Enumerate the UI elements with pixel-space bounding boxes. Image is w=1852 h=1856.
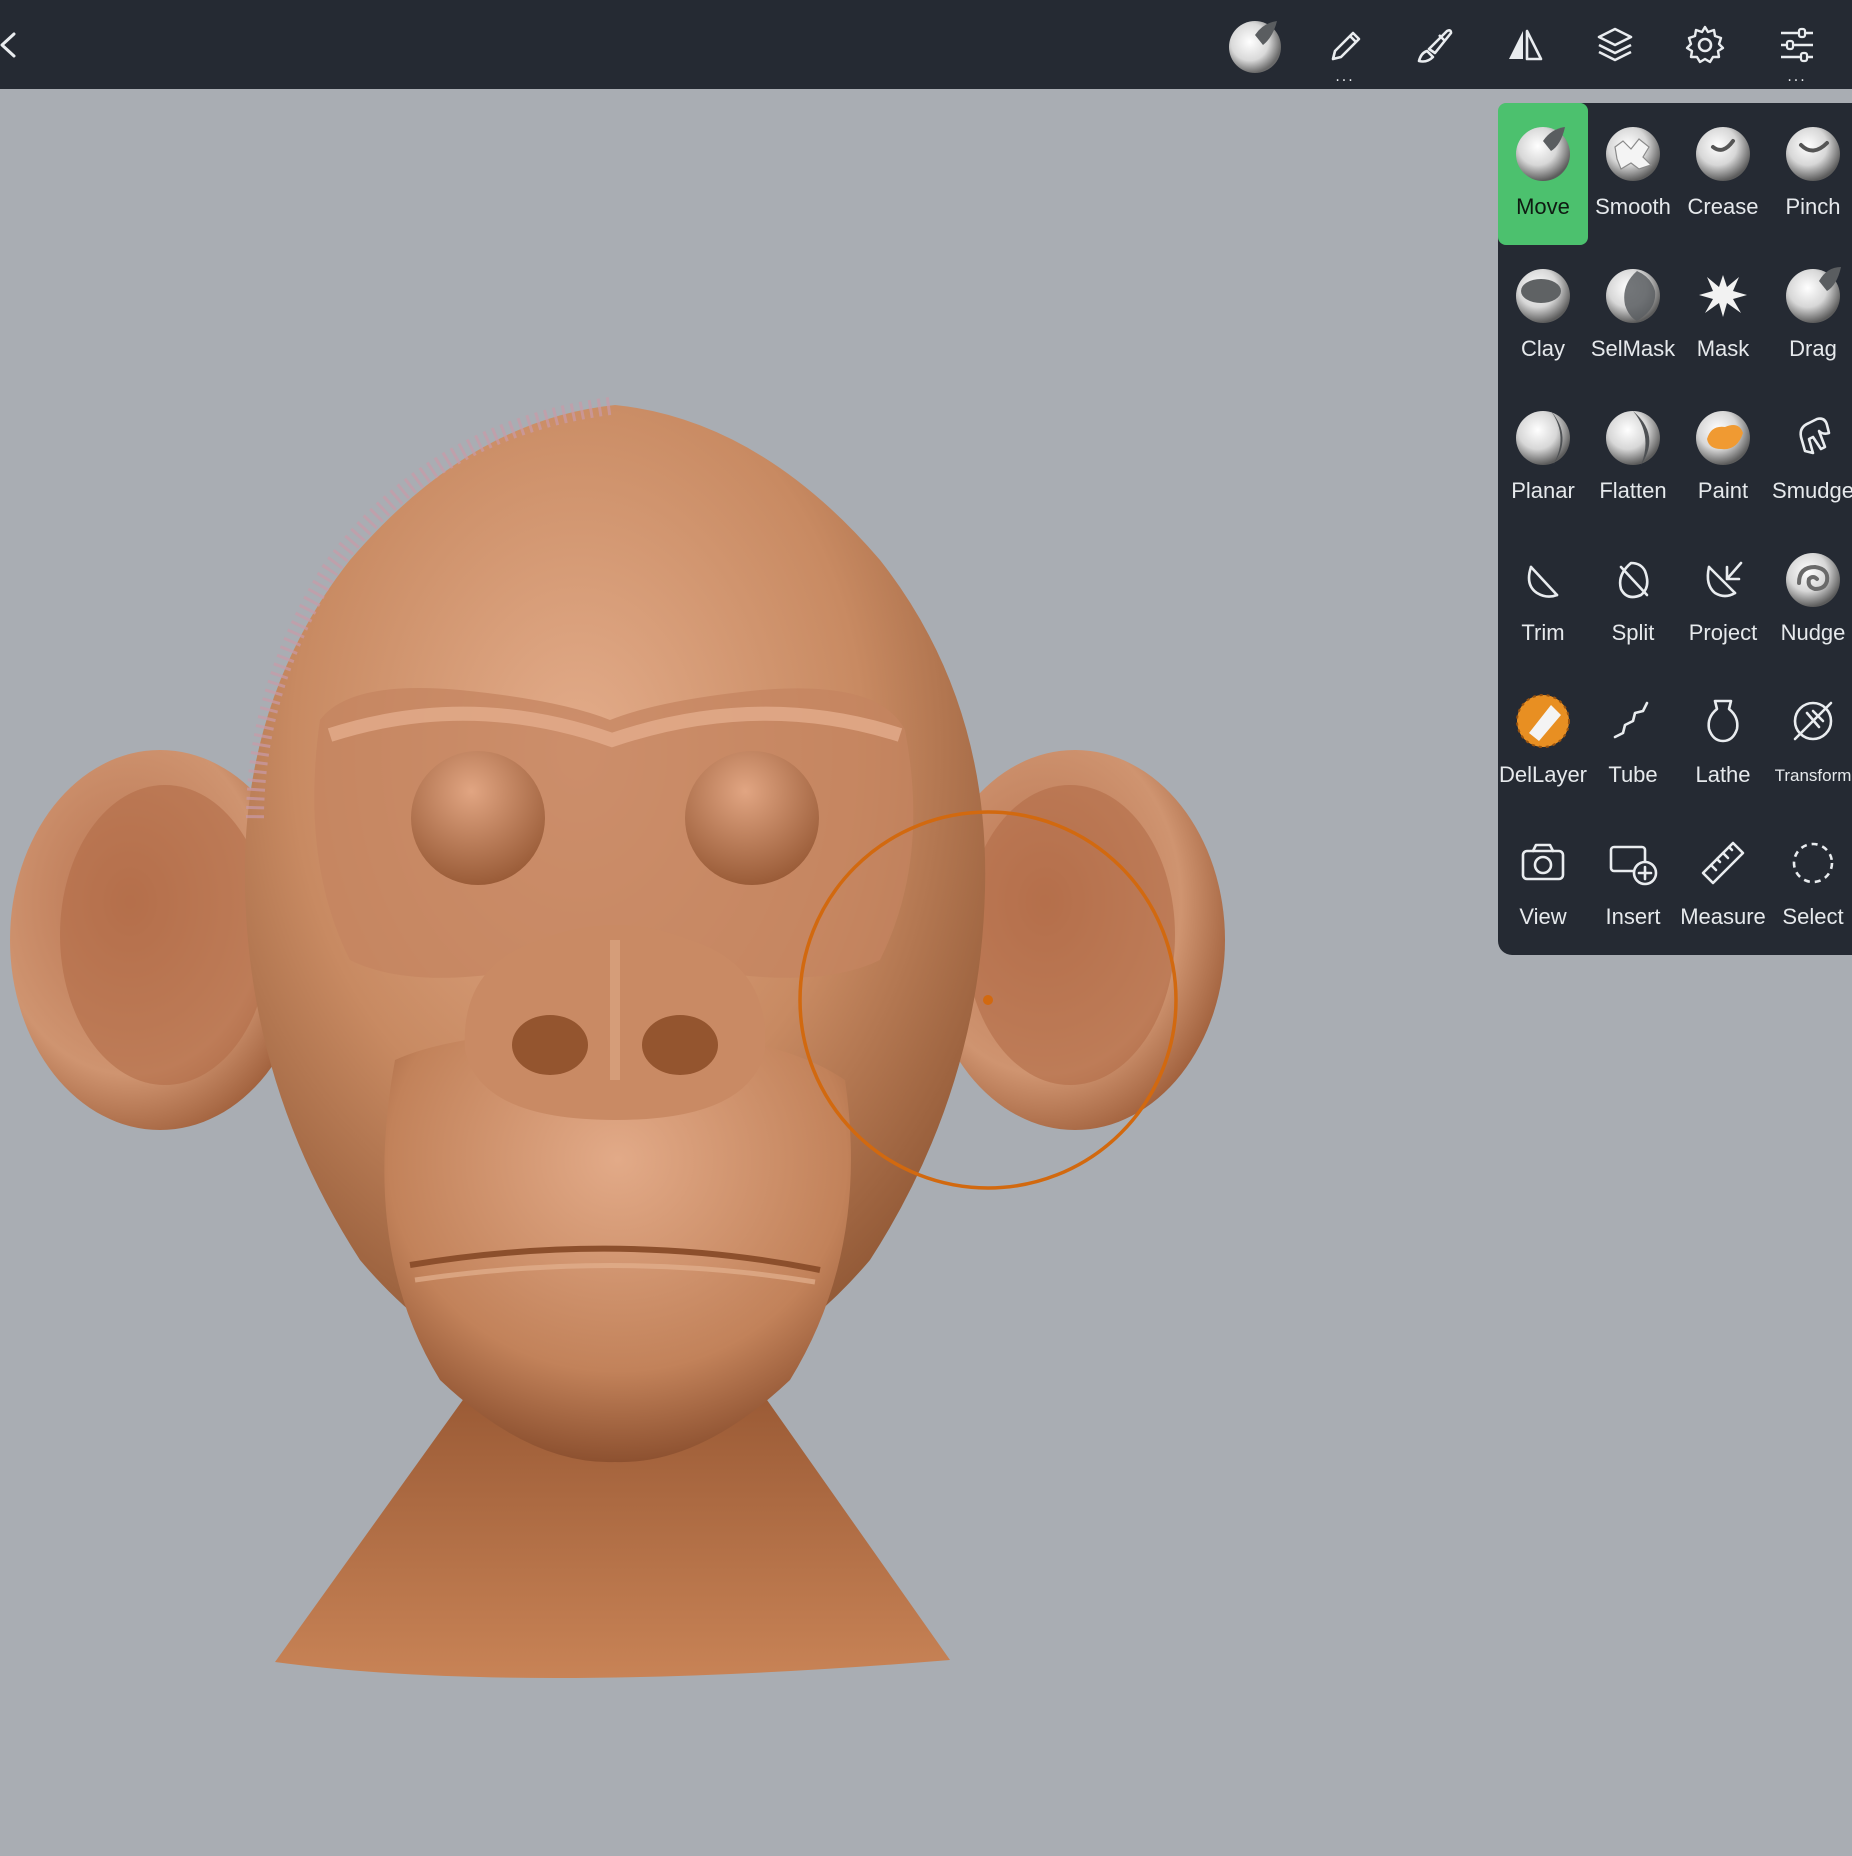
tool-lathe[interactable]: Lathe (1678, 671, 1768, 813)
tool-smudge[interactable]: Smudge (1768, 387, 1852, 529)
sliders-icon[interactable]: ... (1752, 0, 1842, 89)
tool-split[interactable]: Split (1588, 529, 1678, 671)
tool-label: Select (1782, 904, 1844, 929)
tools-panel: Move Smooth Crease Pinch Clay SelMask Ma… (1498, 103, 1852, 955)
tool-project[interactable]: Project (1678, 529, 1768, 671)
tool-label: Pinch (1785, 194, 1841, 219)
tool-tube[interactable]: Tube (1588, 671, 1678, 813)
tool-measure[interactable]: Measure (1678, 813, 1768, 955)
back-icon[interactable] (0, 28, 18, 62)
brush-cursor-center (983, 995, 993, 1005)
move-brush-sphere-icon[interactable] (1210, 0, 1300, 89)
tool-crease[interactable]: Crease (1678, 103, 1768, 245)
tool-label: Nudge (1780, 620, 1846, 645)
tool-nudge[interactable]: Nudge (1768, 529, 1852, 671)
right-eye (685, 751, 819, 885)
tool-view[interactable]: View (1498, 813, 1588, 955)
tool-paint[interactable]: Paint (1678, 387, 1768, 529)
brush-pen-icon[interactable]: ... (1300, 0, 1390, 89)
tool-move[interactable]: Move (1498, 103, 1588, 245)
tool-selmask[interactable]: SelMask (1588, 245, 1678, 387)
top-toolbar: ... ... (0, 0, 1852, 89)
left-eye (411, 751, 545, 885)
tool-select[interactable]: Select (1768, 813, 1852, 955)
tool-trim[interactable]: Trim (1498, 529, 1588, 671)
tool-label: Smudge (1772, 478, 1852, 503)
settings-gear-icon[interactable] (1660, 0, 1750, 89)
tool-planar[interactable]: Planar (1498, 387, 1588, 529)
tool-dellayer[interactable]: DelLayer (1498, 671, 1588, 813)
paint-brush-icon[interactable] (1390, 0, 1480, 89)
more-indicator: ... (1335, 69, 1355, 85)
tool-mask[interactable]: Mask (1678, 245, 1768, 387)
layers-icon[interactable] (1570, 0, 1660, 89)
tool-smooth[interactable]: Smooth (1588, 103, 1678, 245)
tool-flatten[interactable]: Flatten (1588, 387, 1678, 529)
tool-insert[interactable]: Insert (1588, 813, 1678, 955)
tool-label: Drag (1789, 336, 1837, 361)
more-indicator: ... (1787, 69, 1807, 85)
tool-pinch[interactable]: Pinch (1768, 103, 1852, 245)
tool-clay[interactable]: Clay (1498, 245, 1588, 387)
symmetry-icon[interactable] (1480, 0, 1570, 89)
tool-label: Transform (1774, 766, 1852, 785)
tool-transform[interactable]: Transform (1768, 671, 1852, 813)
tool-drag[interactable]: Drag (1768, 245, 1852, 387)
